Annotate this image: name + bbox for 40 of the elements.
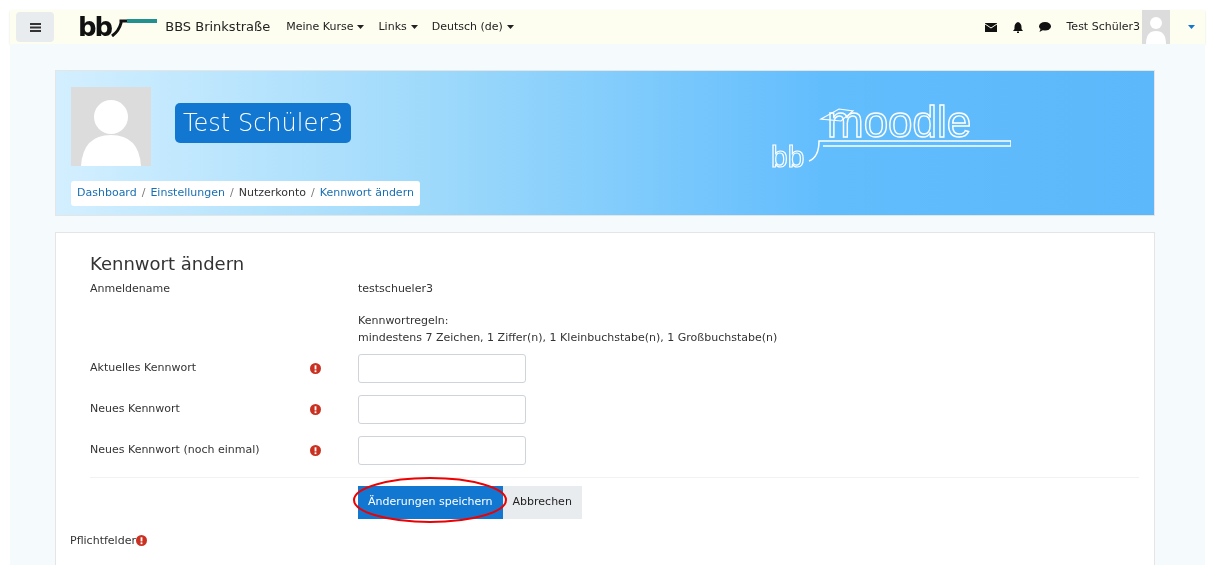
caret-icon <box>506 25 514 29</box>
nav-menu[interactable]: Links <box>378 18 418 36</box>
user-name[interactable]: Test Schüler3 <box>1066 18 1140 36</box>
breadcrumb-link[interactable]: Dashboard <box>77 185 137 202</box>
field-label: Neues Kennwort <box>90 401 181 418</box>
logo-swoosh-icon <box>111 17 158 37</box>
moodle-logo: bb moodle <box>771 99 1012 169</box>
breadcrumb-link[interactable]: Einstellungen <box>150 185 225 202</box>
caret-icon <box>410 25 418 29</box>
breadcrumb-separator: / <box>311 185 315 201</box>
cancel-button[interactable]: Abbrechen <box>502 486 582 519</box>
profile-name: Test Schüler3 <box>175 103 352 143</box>
nav-menu[interactable]: Deutsch (de) <box>431 18 514 36</box>
breadcrumb-separator: / <box>141 185 146 201</box>
required-icon <box>135 535 147 547</box>
form-title: Kennwort ändern <box>90 253 246 275</box>
username-value: testschueler3 <box>358 280 433 297</box>
breadcrumb-current: Nutzerkonto <box>238 185 306 201</box>
caret-icon <box>357 25 365 29</box>
rules-text: mindestens 7 Zeichen, 1 Ziffer(n), 1 Kleinbuchstabe(n), 1 Großbuchstabe(n) <box>358 329 778 346</box>
site-name[interactable]: BBS Brinkstraße <box>165 17 271 37</box>
rules-title: Kennwortregeln: <box>358 313 450 330</box>
field-label: Aktuelles Kennwort <box>90 360 197 377</box>
envelope-icon[interactable] <box>984 22 997 32</box>
required-note: Pflichtfelder <box>70 532 136 549</box>
chat-bubble-icon[interactable] <box>1038 22 1051 32</box>
breadcrumb-separator: / <box>230 185 234 201</box>
breadcrumb-link[interactable]: Kennwort ändern <box>319 185 414 202</box>
menu-button[interactable] <box>16 12 54 42</box>
site-logo[interactable]: bb <box>78 14 112 40</box>
save-button[interactable]: Änderungen speichern <box>358 486 503 519</box>
field-label: Neues Kennwort (noch einmal) <box>90 442 261 459</box>
menu-icon <box>29 22 41 32</box>
caret-icon[interactable] <box>1188 25 1195 29</box>
bell-icon[interactable] <box>1012 21 1023 33</box>
password-field[interactable] <box>358 395 526 425</box>
password-field[interactable] <box>358 436 526 466</box>
nav-menu[interactable]: Meine Kurse <box>286 18 365 36</box>
field-label: Anmeldename <box>90 280 171 297</box>
password-field[interactable] <box>358 354 526 384</box>
